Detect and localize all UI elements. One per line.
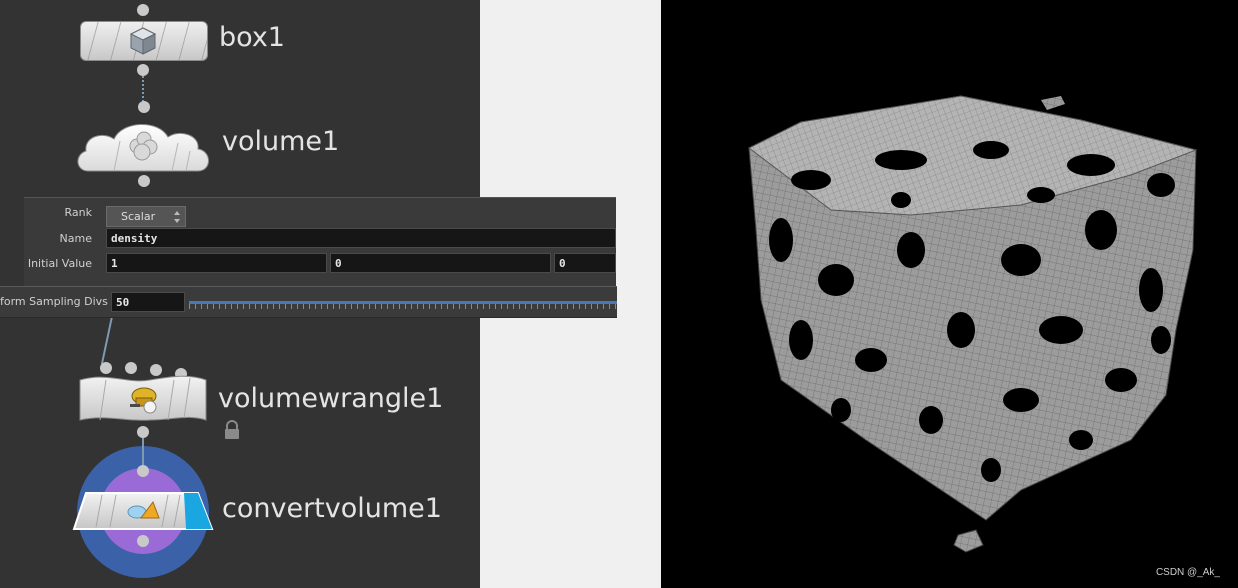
volume-parameter-panel: Rank Scalar Name density Initial Value 1… — [24, 197, 616, 286]
cloud-icon — [129, 131, 158, 161]
sampling-parameter-panel: form Sampling Divs 50 — [0, 286, 617, 318]
lock-icon[interactable] — [223, 420, 241, 440]
name-label: Name — [59, 232, 92, 245]
wire-volume1-volumewrangle1[interactable] — [100, 316, 114, 364]
watermark-text: CSDN @_Ak_ — [1155, 567, 1220, 578]
volumewrangle1-label: volumewrangle1 — [218, 383, 444, 414]
initial-value-field-3[interactable]: 0 — [554, 253, 616, 273]
cube-icon — [129, 27, 157, 55]
volume1-output-connector[interactable] — [138, 175, 150, 187]
volumewrangle1-input-1[interactable] — [100, 362, 112, 374]
volume1-label: volume1 — [222, 126, 340, 157]
name-row: Name density — [24, 228, 616, 250]
convertvolume1-output-connector[interactable] — [137, 535, 149, 547]
rank-dropdown[interactable]: Scalar — [106, 206, 186, 227]
rank-row: Rank Scalar — [24, 202, 616, 227]
box1-input-connector[interactable] — [137, 4, 149, 16]
dropdown-arrows-icon — [174, 211, 180, 223]
convertvolume1-label: convertvolume1 — [222, 493, 442, 524]
convertvolume1-input-connector[interactable] — [137, 465, 149, 477]
box1-output-connector[interactable] — [137, 64, 149, 76]
porous-volume-mesh — [748, 95, 1198, 553]
initial-value-label: Initial Value — [27, 257, 92, 270]
sampling-divs-field[interactable]: 50 — [111, 292, 185, 312]
initial-value-field-2[interactable]: 0 — [330, 253, 551, 273]
initial-value-row: Initial Value 1 0 0 — [24, 253, 616, 275]
volumewrangle1-input-2[interactable] — [125, 362, 137, 374]
rank-label: Rank — [64, 206, 92, 219]
rank-value: Scalar — [121, 210, 156, 223]
volume1-input-connector[interactable] — [138, 101, 150, 113]
wrangler-icon — [130, 387, 157, 414]
wire-volumewrangle1-convertvolume1[interactable] — [142, 438, 144, 468]
slider-ticks — [189, 304, 617, 309]
box1-node[interactable] — [80, 21, 208, 61]
box1-label: box1 — [219, 22, 285, 53]
initial-value-field-1[interactable]: 1 — [106, 253, 327, 273]
wire-box1-volume1[interactable] — [142, 76, 144, 102]
convert-icon — [127, 500, 160, 519]
3d-viewport[interactable]: CSDN @_Ak_ — [661, 0, 1238, 588]
sampling-divs-label: form Sampling Divs — [0, 295, 108, 308]
volumewrangle1-output-connector[interactable] — [137, 426, 149, 438]
name-field[interactable]: density — [106, 228, 616, 248]
